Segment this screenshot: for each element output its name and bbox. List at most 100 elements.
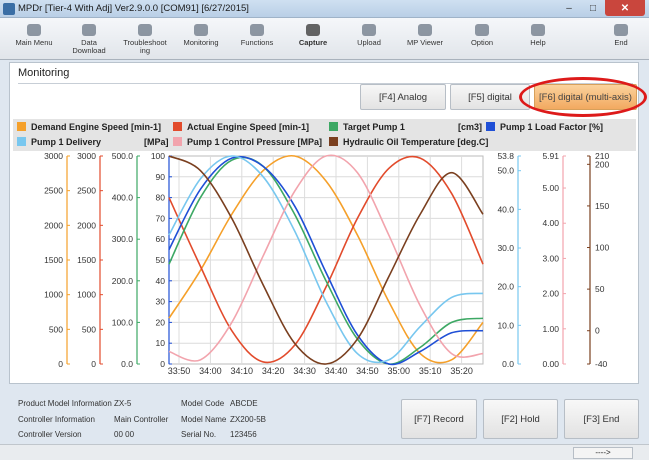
panel-title: Monitoring [18,67,70,79]
viewer-icon [416,22,434,38]
power-icon [612,22,630,38]
y-tick-label: 500.0 [112,152,134,161]
tab-f5-digital[interactable]: [F5] digital [450,84,530,110]
y-tick-label: 300.0 [112,234,134,244]
controller-info-value: Main Controller [114,415,169,424]
y-tick-label: 150 [595,201,609,211]
y-tick-label: 2.00 [542,289,559,299]
end-button[interactable]: [F3] End [564,399,639,439]
serial-label: Serial No. [181,430,217,439]
y-tick-label: 20.0 [497,282,514,292]
model-code-label: Model Code [181,399,225,408]
toolbar-datadownload-button[interactable]: Data Download [64,20,114,58]
y-tick-label: 0 [58,359,63,369]
x-tick-label: 34:20 [262,366,285,376]
toolbar-capture-button[interactable]: Capture [288,20,338,58]
status-bar: ----> [0,444,649,460]
option-icon [473,22,491,38]
x-tick-label: 33:50 [168,366,191,376]
toolbar-mp-viewer-button[interactable]: MP Viewer [400,20,450,58]
tab-f6-digital-multi-axis[interactable]: [F6] digital (multi-axis) [534,84,637,110]
controller-info-label: Controller Information [18,415,95,424]
legend-label: Pump 1 Load Factor [%] [500,122,604,132]
legend-item: Actual Engine Speed [min-1] [173,122,309,132]
y-tick-label: 1000 [77,290,96,300]
legend-label: Pump 1 Delivery [31,137,102,147]
minimize-button[interactable]: – [557,0,581,16]
x-tick-label: 34:30 [293,366,316,376]
y-tick-label: 0.00 [542,359,559,369]
model-code-value: ABCDE [230,399,258,408]
window-title: MPDr [Tier-4 With Adj] Ver2.9.0.0 [COM91… [18,3,249,14]
legend-unit: [cm3] [458,122,483,132]
legend-label: Actual Engine Speed [min-1] [187,122,310,132]
hold-button[interactable]: [F2] Hold [483,399,558,439]
toolbar-help-button[interactable]: Help [513,20,563,58]
close-button[interactable]: ✕ [605,0,645,16]
y-tick-label: 400.0 [112,193,134,203]
y-tick-label: 1.00 [542,324,559,334]
legend-unit: [MPa] [144,137,169,147]
y-tick-label: 60 [156,234,166,244]
serial-value: 123456 [230,430,257,439]
legend-label: Hydraulic Oil Temperature [deg.C] [343,137,489,147]
toolbar-label: Upload [357,38,381,47]
toolbar-upload-button[interactable]: Upload [344,20,394,58]
x-tick-label: 35:00 [388,366,411,376]
y-tick-label: 40 [156,276,166,286]
toolbar-label: Help [530,38,546,47]
toolbar-troubleshooting-button[interactable]: Troubleshoot ing [120,20,170,58]
toolbar-functions-button[interactable]: Functions [232,20,282,58]
y-tick-label: 3000 [44,152,63,161]
camera-icon [304,22,322,38]
download-icon [80,22,98,38]
y-tick-label: -40 [595,359,608,369]
toolbar-end-button[interactable]: End [596,20,646,58]
wrench-icon [136,22,154,38]
x-tick-label: 34:50 [356,366,379,376]
legend-swatch [486,122,495,131]
y-tick-label: 5.91 [542,152,559,161]
legend-swatch [17,137,26,146]
record-button[interactable]: [F7] Record [401,399,477,439]
y-tick-label: 5.00 [542,183,559,193]
legend-swatch [329,137,338,146]
y-tick-label: 500 [82,324,96,334]
y-tick-label: 3.00 [542,253,559,263]
maximize-button[interactable]: □ [581,0,605,16]
y-tick-label: 100.0 [112,317,134,327]
toolbar-option-button[interactable]: Option [457,20,507,58]
toolbar: Main Menu Data Download Troubleshoot ing Moni… [0,18,649,60]
legend-label: Pump 1 Control Pressure [MPa] [187,137,323,147]
x-tick-label: 34:10 [231,366,254,376]
toolbar-label: Monitoring [183,38,219,47]
y-tick-label: 30 [156,297,166,307]
legend-swatch [17,122,26,131]
y-tick-label: 50 [156,255,166,265]
help-icon [529,22,547,38]
model-name-value: ZX200-5B [230,415,267,424]
tab-f4-analog[interactable]: [F4] Analog [360,84,446,110]
y-tick-label: 3000 [77,152,96,161]
y-tick-label: 200.0 [112,276,134,286]
legend-item: Demand Engine Speed [min-1] [17,122,161,132]
toolbar-label: Troubleshoot ing [123,38,167,55]
gauge-icon [192,22,210,38]
y-tick-label: 1000 [44,290,63,300]
toolbar-monitoring-button[interactable]: Monitoring [176,20,226,58]
toolbar-label: End [614,38,628,47]
legend-item: Pump 1 Delivery [17,137,101,147]
y-tick-label: 2500 [44,186,63,196]
y-tick-label: 50 [595,284,605,294]
y-tick-label: 4.00 [542,218,559,228]
y-tick-label: 1500 [77,255,96,265]
y-tick-label: 70 [156,213,166,223]
y-tick-label: 0 [595,326,600,336]
app-icon [3,3,15,15]
product-model-info-label: Product Model Information [18,399,112,408]
toolbar-main-menu-button[interactable]: Main Menu [9,20,59,58]
toolbar-label: MP Viewer [407,38,443,47]
legend-item: Pump 1 Control Pressure [MPa] [173,137,322,147]
toolbar-label: Data Download [72,38,106,55]
legend-label: Target Pump 1 [343,122,405,132]
